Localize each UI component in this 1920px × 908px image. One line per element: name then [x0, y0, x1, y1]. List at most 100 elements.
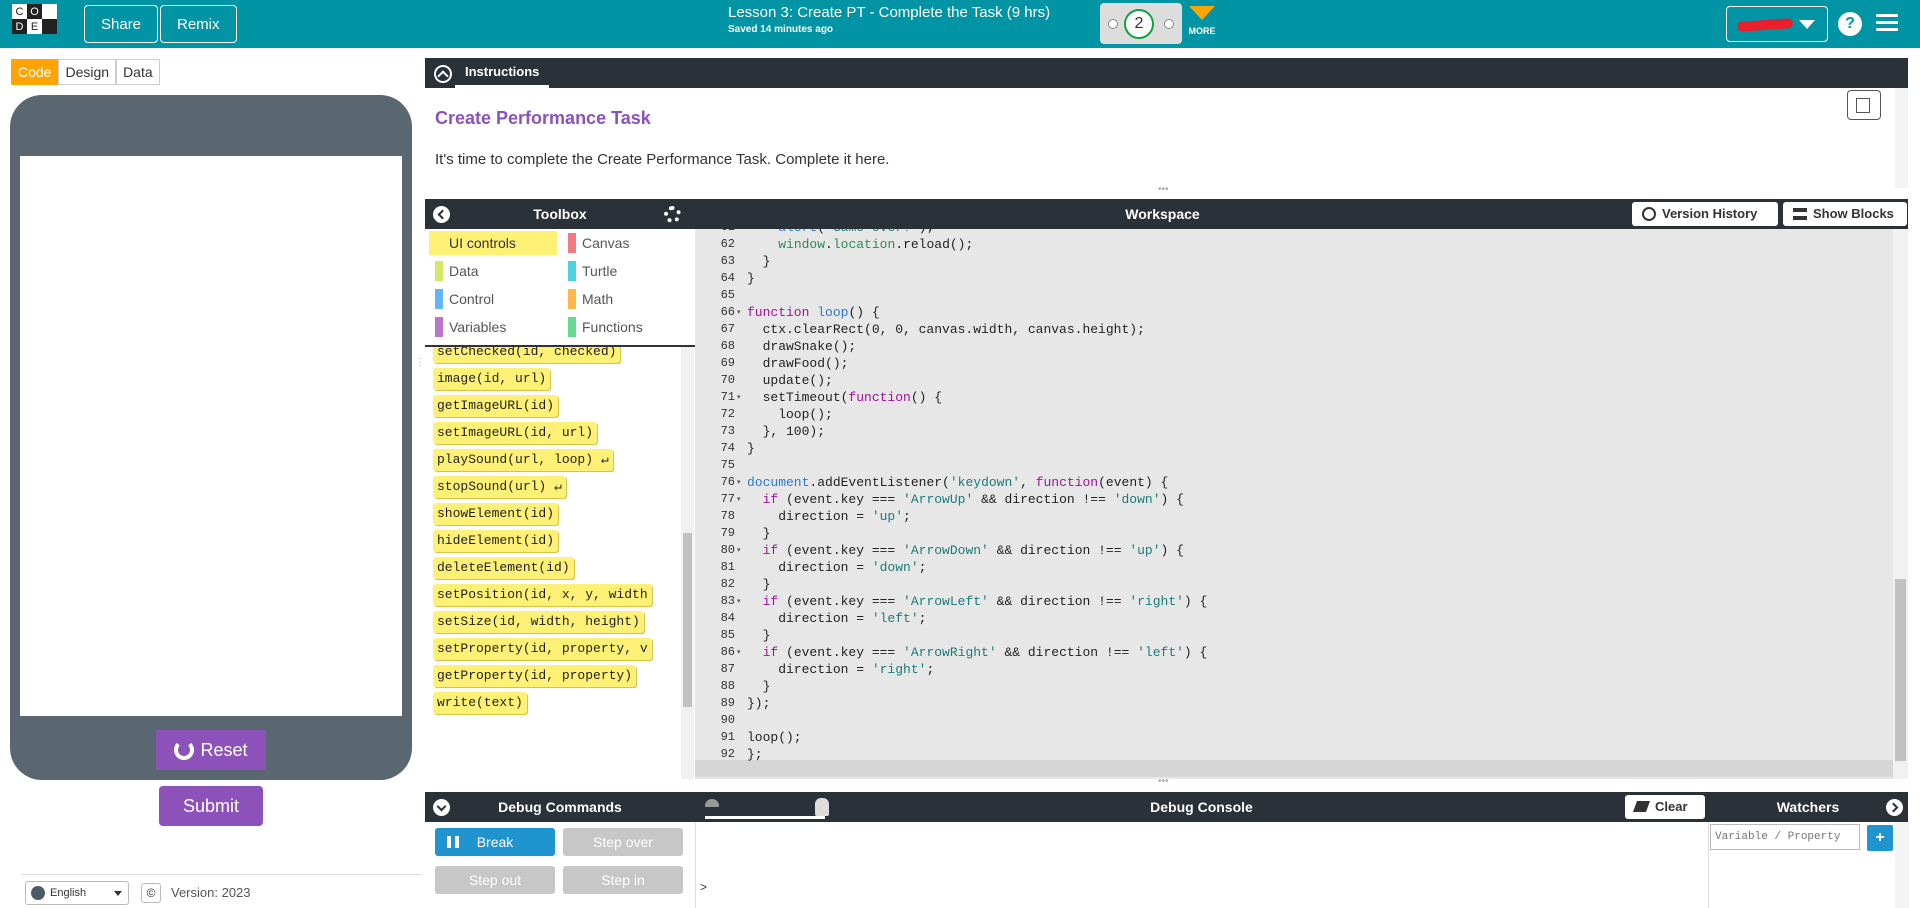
code-line[interactable]: }: [747, 440, 755, 457]
clear-button[interactable]: Clear: [1625, 795, 1705, 819]
language-select[interactable]: English: [25, 881, 129, 905]
copyright-icon[interactable]: ©: [141, 883, 161, 903]
fold-toggle-icon[interactable]: ▾: [737, 644, 741, 661]
remix-button[interactable]: Remix: [160, 5, 237, 43]
scrollbar-thumb[interactable]: [1895, 579, 1906, 761]
code-line[interactable]: window.location.reload();: [747, 236, 973, 253]
toolbox-scrollbar[interactable]: [681, 347, 694, 779]
code-line[interactable]: }: [747, 270, 755, 287]
chevron-down-icon[interactable]: [433, 799, 450, 816]
tab-design[interactable]: Design: [58, 59, 117, 85]
code-block[interactable]: showElement(id): [433, 503, 559, 525]
instructions-scrollbar[interactable]: [1895, 88, 1908, 188]
more-dropdown[interactable]: MORE: [1187, 6, 1217, 36]
code-line[interactable]: function loop() {: [747, 304, 880, 321]
fold-toggle-icon[interactable]: ▾: [737, 542, 741, 559]
tab-instructions[interactable]: Instructions: [455, 58, 550, 88]
code-block[interactable]: setImageURL(id, url): [433, 422, 598, 444]
code-block[interactable]: hideElement(id): [433, 530, 559, 552]
code-line[interactable]: direction = 'right';: [747, 661, 934, 678]
text-to-speech-icon[interactable]: [1847, 90, 1881, 120]
code-line[interactable]: direction = 'down';: [747, 559, 926, 576]
reset-button[interactable]: Reset: [156, 730, 266, 770]
code-line[interactable]: if (event.key === 'ArrowDown' && directi…: [747, 542, 1184, 559]
code-line[interactable]: }: [747, 627, 771, 644]
user-menu-button[interactable]: [1726, 6, 1828, 42]
editor-scrollbar[interactable]: [1893, 229, 1908, 779]
watch-expression-input[interactable]: [1710, 824, 1860, 850]
tab-data[interactable]: Data: [116, 59, 160, 85]
progress-dot-prev[interactable]: [1108, 19, 1118, 29]
collapse-icon[interactable]: [434, 65, 452, 83]
code-line[interactable]: loop();: [747, 729, 802, 746]
code-block[interactable]: setChecked(id, checked): [433, 347, 621, 363]
step-out-button[interactable]: Step out: [435, 866, 555, 894]
add-watch-button[interactable]: +: [1867, 825, 1893, 851]
resize-handle[interactable]: ⋮: [415, 358, 425, 380]
app-screen[interactable]: [20, 156, 402, 716]
fold-toggle-icon[interactable]: ▾: [737, 593, 741, 610]
code-block[interactable]: setProperty(id, property, v: [433, 638, 652, 660]
version-history-button[interactable]: Version History: [1632, 202, 1778, 226]
fold-toggle-icon[interactable]: ▾: [737, 389, 741, 406]
code-line[interactable]: ctx.clearRect(0, 0, canvas.width, canvas…: [747, 321, 1145, 338]
code-editor[interactable]: 61 alert('Game over!'); 62 window.locatio…: [695, 229, 1893, 779]
code-line[interactable]: drawSnake();: [747, 338, 857, 355]
show-blocks-button[interactable]: Show Blocks: [1783, 202, 1907, 226]
watchers-scrollbar[interactable]: [1895, 822, 1909, 908]
code-line[interactable]: update();: [747, 372, 833, 389]
code-line[interactable]: }: [747, 678, 771, 695]
fold-toggle-icon[interactable]: ▾: [737, 474, 741, 491]
category-turtle[interactable]: Turtle: [562, 259, 690, 283]
code-block[interactable]: setPosition(id, x, y, width: [433, 584, 652, 606]
lesson-title[interactable]: Lesson 3: Create PT - Complete the Task …: [728, 4, 1050, 21]
code-block[interactable]: getProperty(id, property): [433, 665, 637, 687]
code-line[interactable]: drawFood();: [747, 355, 849, 372]
code-line[interactable]: direction = 'up';: [747, 508, 911, 525]
resize-handle[interactable]: •••: [1158, 185, 1178, 195]
fold-toggle-icon[interactable]: ▾: [737, 491, 741, 508]
hamburger-menu-icon[interactable]: [1876, 14, 1898, 32]
category-functions[interactable]: Functions: [562, 315, 690, 339]
chevron-left-icon[interactable]: [433, 206, 450, 223]
progress-dot-next[interactable]: [1164, 19, 1174, 29]
code-line[interactable]: if (event.key === 'ArrowRight' && direct…: [747, 644, 1208, 661]
share-button[interactable]: Share: [84, 5, 159, 43]
code-block[interactable]: stopSound(url) ↵: [433, 476, 566, 498]
fold-toggle-icon[interactable]: ▾: [737, 304, 741, 321]
code-block[interactable]: image(id, url): [433, 368, 551, 390]
code-line[interactable]: direction = 'left';: [747, 610, 926, 627]
chevron-right-icon[interactable]: [1886, 799, 1903, 816]
category-ui-controls[interactable]: UI controls: [429, 231, 557, 255]
debug-console-output[interactable]: >: [695, 822, 1708, 908]
resize-handle[interactable]: •••: [1158, 777, 1178, 788]
code-block[interactable]: deleteElement(id): [433, 557, 574, 579]
code-line[interactable]: document.addEventListener('keydown', fun…: [747, 474, 1168, 491]
code-line[interactable]: });: [747, 695, 770, 712]
code-line[interactable]: }: [747, 253, 771, 270]
code-line[interactable]: if (event.key === 'ArrowUp' && direction…: [747, 491, 1184, 508]
category-control[interactable]: Control: [429, 287, 557, 311]
step-in-button[interactable]: Step in: [563, 866, 683, 894]
help-icon[interactable]: ?: [1838, 12, 1862, 36]
break-button[interactable]: Break: [435, 828, 555, 856]
category-math[interactable]: Math: [562, 287, 690, 311]
code-block[interactable]: playSound(url, loop) ↵: [433, 449, 613, 471]
code-line[interactable]: alert('Game over!');: [747, 229, 934, 236]
code-block[interactable]: write(text): [433, 692, 527, 714]
code-line[interactable]: }, 100);: [747, 423, 825, 440]
code-block[interactable]: setSize(id, width, height): [433, 611, 644, 633]
submit-button[interactable]: Submit: [159, 786, 263, 826]
code-line[interactable]: }: [747, 576, 771, 593]
step-over-button[interactable]: Step over: [563, 828, 683, 856]
code-line[interactable]: setTimeout(function() {: [747, 389, 942, 406]
progress-current-level[interactable]: 2: [1124, 9, 1154, 39]
code-block[interactable]: getImageURL(id): [433, 395, 559, 417]
code-line[interactable]: if (event.key === 'ArrowLeft' && directi…: [747, 593, 1208, 610]
category-data[interactable]: Data: [429, 259, 557, 283]
gear-icon[interactable]: [664, 206, 681, 223]
category-canvas[interactable]: Canvas: [562, 231, 690, 255]
code-line[interactable]: };: [747, 746, 763, 763]
category-variables[interactable]: Variables: [429, 315, 557, 339]
code-org-logo[interactable]: C O D E: [12, 4, 57, 49]
